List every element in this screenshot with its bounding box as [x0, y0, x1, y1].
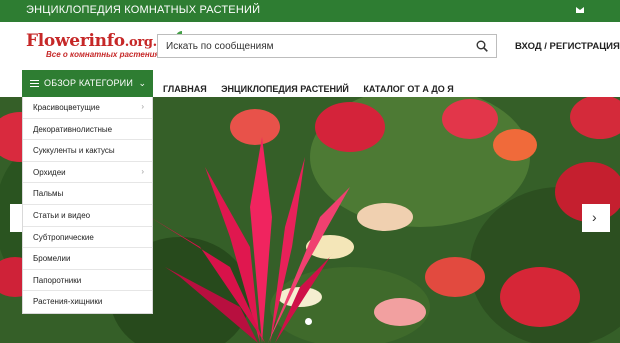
slider-dot-active[interactable]: [305, 318, 312, 325]
category-item[interactable]: Суккуленты и кактусы: [23, 140, 152, 162]
category-item[interactable]: Орхидеи ›: [23, 162, 152, 184]
category-item[interactable]: Красивоцветущие ›: [23, 97, 152, 119]
nav-link-encyclopedia[interactable]: ЭНЦИКЛОПЕДИЯ РАСТЕНИЙ: [221, 84, 349, 94]
category-item-label: Растения-хищники: [33, 297, 103, 307]
category-item[interactable]: Папоротники: [23, 270, 152, 292]
category-item[interactable]: Пальмы: [23, 183, 152, 205]
nav-link-catalog[interactable]: КАТАЛОГ ОТ А ДО Я: [363, 84, 453, 94]
site-tagline: ЭНЦИКЛОПЕДИЯ КОМНАТНЫХ РАСТЕНИЙ: [26, 4, 261, 16]
category-item-label: Суккуленты и кактусы: [33, 146, 115, 156]
chevron-right-icon: ›: [592, 209, 597, 225]
category-toggle-label: ОБЗОР КАТЕГОРИИ: [44, 78, 133, 88]
category-item-label: Папоротники: [33, 275, 82, 285]
category-item[interactable]: Субтропические: [23, 227, 152, 249]
category-toggle-button[interactable]: ОБЗОР КАТЕГОРИИ ⌄: [22, 70, 153, 97]
category-item-label: Субтропические: [33, 232, 94, 242]
search-input[interactable]: [166, 39, 466, 54]
category-menu: Красивоцветущие › Декоративнолистные Сукк…: [22, 97, 153, 314]
search-icon[interactable]: [476, 40, 488, 52]
category-item-label: Статьи и видео: [33, 210, 91, 220]
category-item[interactable]: Растения-хищники: [23, 291, 152, 313]
category-item-label: Декоративнолистные: [33, 124, 113, 134]
logo-name: Flowerinfo: [26, 31, 125, 51]
login-register-link[interactable]: ВХОД / РЕГИСТРАЦИЯ: [515, 41, 620, 52]
menu-icon: [30, 80, 39, 87]
category-item[interactable]: Декоративнолистные: [23, 119, 152, 141]
top-bar: ЭНЦИКЛОПЕДИЯ КОМНАТНЫХ РАСТЕНИЙ: [0, 0, 620, 22]
mail-icon[interactable]: [576, 7, 584, 13]
category-item-label: Орхидеи: [33, 167, 66, 177]
category-item[interactable]: Статьи и видео: [23, 205, 152, 227]
slider-prev-button[interactable]: [10, 204, 22, 232]
chevron-down-icon: ⌄: [138, 78, 146, 88]
category-item[interactable]: Бромелии: [23, 248, 152, 270]
header: Flowerinfo.org.ua Все о комнатных растен…: [0, 22, 620, 70]
search-box: [157, 34, 497, 58]
category-item-label: Пальмы: [33, 189, 64, 199]
chevron-right-icon: ›: [141, 102, 144, 111]
slider-next-button[interactable]: ›: [582, 204, 610, 232]
chevron-right-icon: ›: [141, 166, 144, 176]
main-nav: ГЛАВНАЯ ЭНЦИКЛОПЕДИЯ РАСТЕНИЙ КАТАЛОГ ОТ…: [163, 79, 464, 99]
category-item-label: Бромелии: [33, 254, 71, 264]
category-item-label: Красивоцветущие: [33, 103, 100, 112]
nav-row: ОБЗОР КАТЕГОРИИ ⌄ ГЛАВНАЯ ЭНЦИКЛОПЕДИЯ Р…: [0, 70, 620, 99]
